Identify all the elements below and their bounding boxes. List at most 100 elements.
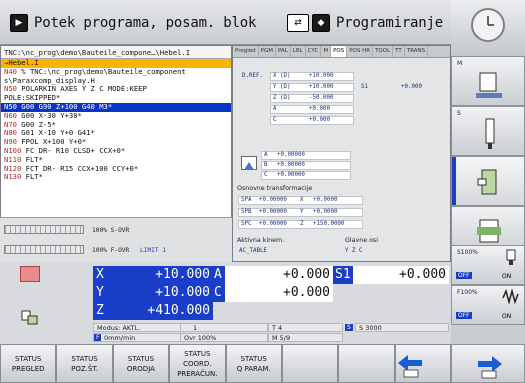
m-function-button[interactable]: M — [451, 56, 525, 106]
rot-axis: B — [264, 162, 268, 168]
pos-axis: Z (D) — [273, 95, 291, 101]
axis-row-y: Y +10.000 — [93, 284, 213, 302]
status-panel: Pregled PGM PAL LBL CYC M POS POS HR TOOL TT TRANS… — [232, 45, 451, 262]
softkey-3[interactable]: STATUS ORODJA — [112, 344, 170, 383]
program-run-icon: ▶ — [10, 14, 28, 32]
axis-value-a: +0.000 — [225, 266, 333, 284]
s1-value: +0.000 — [401, 84, 422, 90]
feed-override-button[interactable]: F100% OFF ON — [451, 285, 525, 325]
pos-axis: X (D) — [273, 73, 291, 79]
programming-mode[interactable]: ⇄ ◆ Programiranje — [287, 14, 443, 32]
nc-program-list[interactable]: →Hebel.I N40 % TNC:\nc_prog\demo\Bauteile… — [1, 58, 231, 182]
next-softkey-row-button[interactable] — [451, 344, 525, 383]
spindle-icon — [485, 118, 495, 149]
tab-pos[interactable]: POS — [331, 46, 348, 57]
softkey-4[interactable]: STATUS COORD. PRERAČUN. — [169, 344, 226, 383]
main-axes-value: Y Z C — [345, 248, 363, 254]
basic-transform-title: Osnovne transformacije — [237, 185, 313, 192]
rot-value: +0.00000 — [277, 162, 305, 168]
tab-lbl[interactable]: LBL — [291, 46, 306, 57]
tool-view-button[interactable] — [451, 156, 525, 206]
tool-indicator: T 4 — [268, 323, 343, 332]
transform-cell: +0.0000 — [313, 197, 338, 203]
spindle-override-button[interactable]: S100% OFF ON — [451, 245, 525, 285]
active-kinematics-title: Aktivna kinem. — [237, 237, 285, 244]
spindle-override-slider[interactable] — [4, 225, 84, 234]
softkey-5[interactable]: STATUS Q PARAM. — [225, 344, 282, 383]
tab-cyc[interactable]: CYC — [306, 46, 322, 57]
transform-cell: +0.00000 — [259, 221, 287, 227]
transform-cell: +150.0000 — [313, 221, 345, 227]
axis-label-c: C — [213, 284, 225, 302]
axis-row-z: Z +410.000 — [93, 302, 213, 320]
tab-tool[interactable]: TOOL — [373, 46, 394, 57]
softkey-8[interactable] — [394, 344, 451, 383]
softkey-bar: STATUS PREGLED STATUS POZ.ŠT. STATUS ORODJA ST… — [0, 344, 451, 383]
arrow-left-icon — [397, 354, 422, 377]
mode-indicator: Modus: AKTL. — [93, 323, 188, 332]
clock-icon — [471, 8, 505, 42]
s-function-button[interactable]: S — [451, 106, 525, 156]
tab-pregled[interactable]: Pregled — [233, 46, 259, 57]
tab-pos-hr[interactable]: POS HR — [347, 46, 374, 57]
transform-cell: Y — [300, 209, 304, 215]
transform-cell: +0.0000 — [313, 209, 338, 215]
spindle-label: S1 — [333, 266, 353, 284]
softkey-6[interactable] — [281, 344, 339, 383]
feed-badge: F — [94, 334, 102, 341]
override-indicator: Ovr 100% — [180, 333, 268, 342]
programming-icon: ◆ — [312, 14, 330, 32]
tool-number: 1 — [180, 323, 268, 332]
main-axes-title: Glavne osi — [345, 237, 378, 244]
programming-mode-label: Programiranje — [336, 15, 443, 31]
tab-m[interactable]: M — [321, 46, 332, 57]
softkey-2[interactable]: STATUS POZ.ŠT. — [56, 344, 113, 383]
rotation-icon — [241, 156, 257, 170]
pos-value: +10.000 — [309, 73, 334, 79]
softkey-7[interactable] — [338, 344, 395, 383]
m-function-indicator: M 5/9 — [268, 333, 343, 342]
spindle-badge: S — [345, 324, 353, 331]
feed-indicator: 0mm/min — [93, 333, 188, 342]
transform-cell: SPC — [241, 221, 252, 227]
axis-value-c: +0.000 — [225, 284, 333, 302]
pos-axis: C — [273, 117, 277, 123]
transform-cell: +0.00000 — [259, 209, 287, 215]
feed-icon — [502, 288, 519, 305]
tab-tt[interactable]: TT — [393, 46, 405, 57]
machine-mode-label: Potek programa, posam. blok — [34, 15, 257, 31]
pos-axis: A — [273, 106, 277, 112]
machine-icon — [476, 72, 502, 98]
pos-axis: Y (D) — [273, 84, 291, 90]
position-display: X +10.000 Y +10.000 Z +410.000 A +0.000 C +0.000 S… — [0, 262, 451, 344]
axis-icon — [20, 308, 40, 326]
transform-cell: SPA — [241, 197, 252, 203]
tab-pgm[interactable]: PGM — [259, 46, 276, 57]
transform-cell: SPB — [241, 209, 252, 215]
spindle-on-icon — [506, 249, 516, 265]
softkey-1[interactable]: STATUS PREGLED — [0, 344, 57, 383]
transform-cell: +0.00000 — [259, 197, 287, 203]
side-softkeys: M S S100% OFF ON F100% OFF ON — [451, 56, 525, 383]
machine-mode[interactable]: ▶ Potek programa, posam. blok — [10, 14, 256, 32]
spindle-value: +0.000 — [353, 266, 449, 284]
rot-axis: C — [264, 172, 268, 178]
mode-bar: ▶ Potek programa, posam. blok ⇄ ◆ Progra… — [0, 0, 451, 45]
feed-override-slider[interactable] — [4, 245, 84, 254]
s-override-label: 100% S-OVR — [92, 227, 130, 234]
tab-trans[interactable]: TRANS — [405, 46, 429, 57]
program-status-icon — [20, 266, 40, 282]
status-tabs: Pregled PGM PAL LBL CYC M POS POS HR TOOL TT TRANS — [233, 46, 450, 58]
tab-pal[interactable]: PAL — [276, 46, 291, 57]
pos-value: +10.000 — [309, 84, 334, 90]
rot-axis: A — [264, 152, 268, 158]
toolholder-icon — [477, 169, 497, 195]
axis-label-a: A — [213, 266, 225, 284]
nc-line[interactable]: N130 FLT* — [1, 172, 231, 182]
pos-value: +0.000 — [309, 106, 330, 112]
clock-button[interactable] — [451, 0, 525, 56]
s1-label: S1 — [361, 84, 368, 90]
kinematics-value: AC_TABLE — [239, 248, 267, 254]
program-structure-icon — [477, 219, 501, 243]
editor-swap-icon: ⇄ — [287, 14, 309, 32]
